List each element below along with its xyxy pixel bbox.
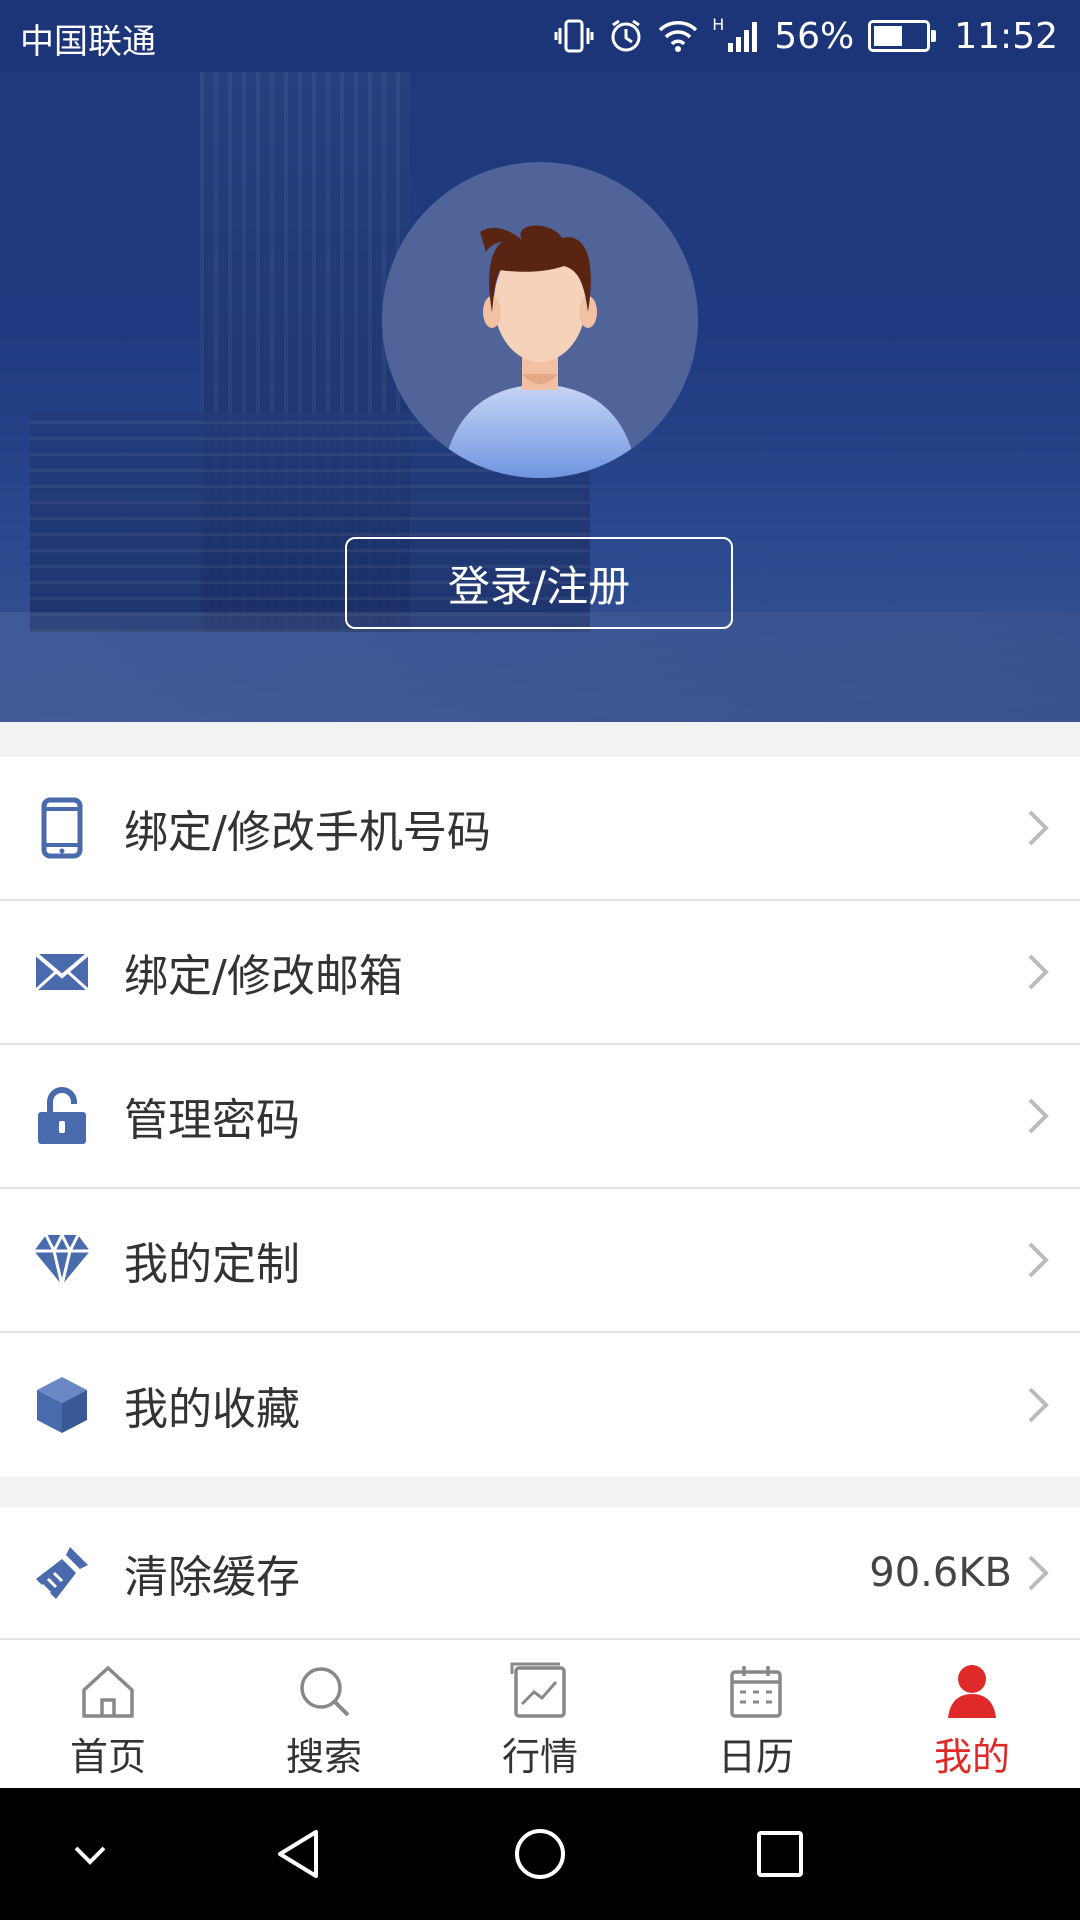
chevron-right-icon (1028, 1387, 1049, 1423)
chevron-right-icon (1028, 954, 1049, 990)
back-icon[interactable] (264, 1818, 336, 1890)
avatar[interactable] (382, 162, 698, 478)
tab-label: 行情 (501, 1735, 578, 1779)
menu-label: 绑定/修改邮箱 (124, 951, 403, 1002)
home-icon (82, 1666, 134, 1718)
battery-level (874, 26, 903, 46)
wifi-icon (658, 21, 698, 52)
account-menu: 绑定/修改手机号码 绑定/修改邮箱 管理密码 我的定制 我的收藏 (0, 757, 1080, 1477)
cache-menu: 清除缓存 90.6KB (0, 1507, 1080, 1639)
battery-icon (868, 20, 937, 52)
status-icons: H 56% 11:52 (554, 10, 1058, 62)
chevron-right-icon (1028, 810, 1049, 846)
phone-icon (32, 797, 92, 859)
tab-search[interactable]: 搜索 (216, 1640, 432, 1788)
cache-size: 90.6KB (869, 1550, 1012, 1596)
home-circle-icon[interactable] (504, 1818, 576, 1890)
menu-item-my-favorites[interactable]: 我的收藏 (0, 1333, 1080, 1477)
alarm-icon (611, 19, 641, 52)
login-register-button[interactable]: 登录/注册 (345, 537, 733, 629)
tab-mine[interactable]: 我的 (864, 1640, 1080, 1788)
mail-icon (32, 942, 92, 1002)
menu-item-clear-cache[interactable]: 清除缓存 90.6KB (0, 1507, 1080, 1639)
system-nav-bar (0, 1788, 1080, 1920)
bottom-tab-bar: 首页 搜索 行情 日历 我的 (0, 1638, 1080, 1788)
menu-item-my-custom[interactable]: 我的定制 (0, 1189, 1080, 1333)
chevron-right-icon (1028, 1098, 1049, 1134)
chevron-right-icon (1028, 1555, 1049, 1591)
broom-icon (32, 1543, 92, 1603)
menu-label: 清除缓存 (124, 1552, 300, 1603)
search-icon (300, 1667, 350, 1717)
menu-item-bind-phone[interactable]: 绑定/修改手机号码 (0, 757, 1080, 901)
menu-item-bind-email[interactable]: 绑定/修改邮箱 (0, 901, 1080, 1045)
unlock-icon (32, 1086, 92, 1146)
signal-type: H (712, 14, 725, 34)
tab-label: 搜索 (285, 1735, 362, 1779)
calendar-icon (730, 1666, 782, 1718)
default-avatar-icon (442, 225, 638, 478)
signal-icon (728, 22, 758, 52)
profile-header: 登录/注册 (0, 72, 1080, 722)
tab-market[interactable]: 行情 (432, 1640, 648, 1788)
recents-icon[interactable] (744, 1818, 816, 1890)
clock: 11:52 (954, 15, 1058, 57)
status-bar: 中国联通 H 56% 11:52 (0, 0, 1080, 72)
menu-label: 管理密码 (124, 1095, 300, 1146)
market-icon (510, 1662, 566, 1718)
menu-label: 我的收藏 (124, 1384, 300, 1435)
tab-label: 日历 (717, 1735, 794, 1779)
tab-label: 我的 (933, 1735, 1010, 1779)
chevron-down-icon[interactable] (54, 1818, 126, 1890)
diamond-icon (32, 1230, 92, 1290)
menu-item-manage-password[interactable]: 管理密码 (0, 1045, 1080, 1189)
vibrate-icon (554, 19, 594, 53)
menu-label: 我的定制 (124, 1239, 300, 1290)
battery-percent: 56% (774, 15, 855, 57)
tab-calendar[interactable]: 日历 (648, 1640, 864, 1788)
menu-label: 绑定/修改手机号码 (124, 807, 491, 858)
chevron-right-icon (1028, 1242, 1049, 1278)
tab-home[interactable]: 首页 (0, 1640, 216, 1788)
cube-icon (32, 1375, 92, 1435)
carrier-name: 中国联通 (20, 22, 156, 62)
user-icon (948, 1665, 996, 1718)
tab-label: 首页 (69, 1735, 146, 1779)
